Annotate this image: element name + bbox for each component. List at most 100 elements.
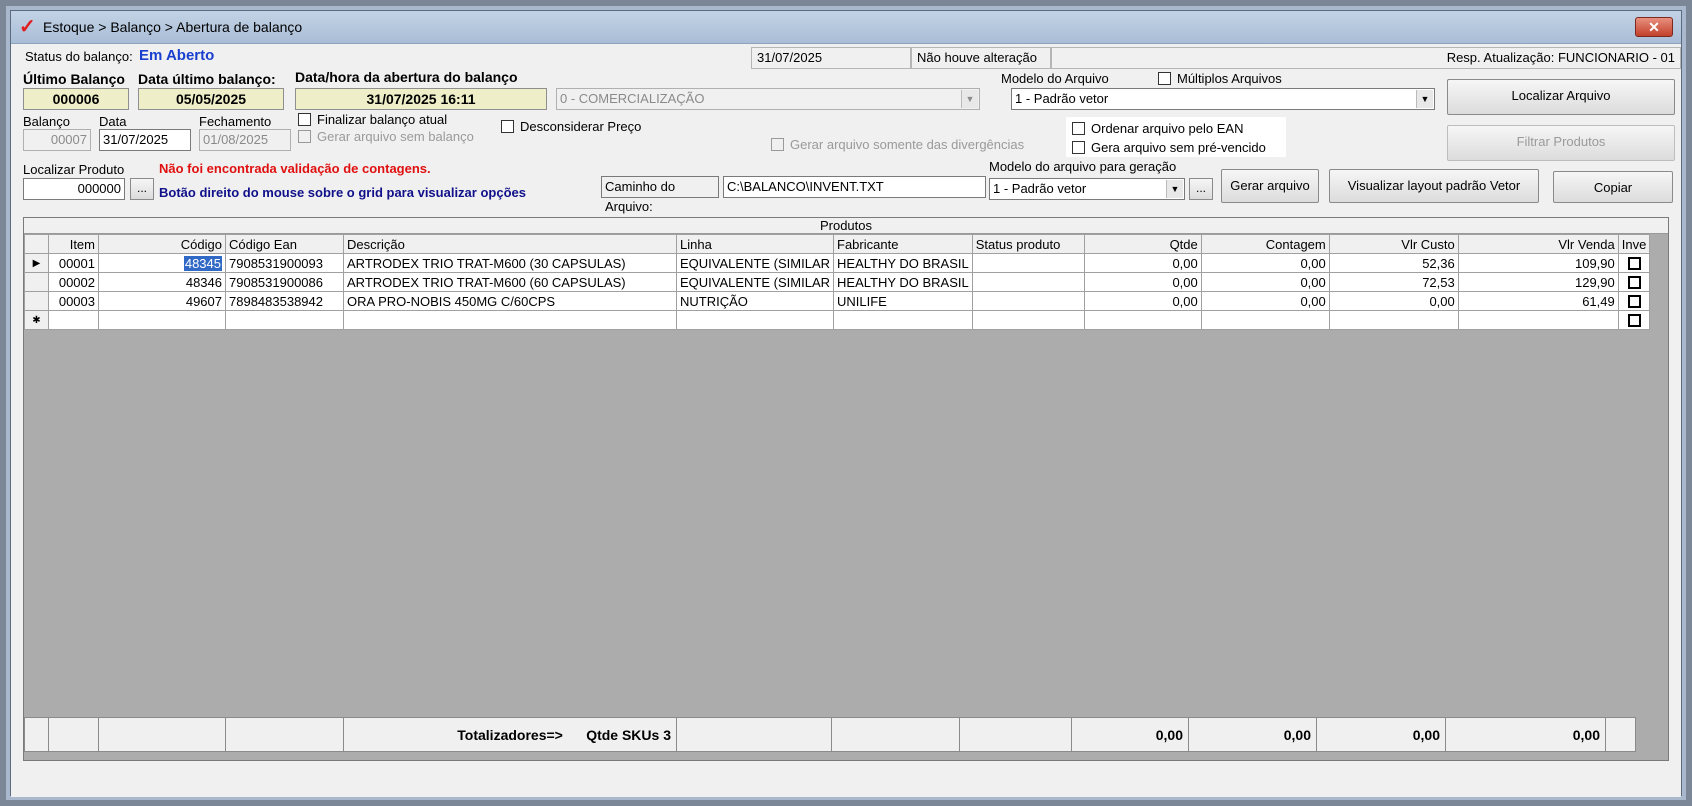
cell-item[interactable] — [48, 310, 99, 330]
totals-row: Totalizadores=> Qtde SKUs 3 0,00 0,00 0,… — [24, 717, 1636, 752]
cell-fabricante[interactable]: HEALTHY DO BRASIL — [833, 272, 973, 292]
cell-contagem[interactable]: 0,00 — [1200, 253, 1330, 273]
cell-codigo[interactable]: 48345 — [98, 253, 226, 273]
modelo-geracao-select[interactable]: 1 - Padrão vetor ▼ — [989, 178, 1185, 200]
cell-linha[interactable] — [675, 310, 835, 330]
cell-descricao[interactable]: ORA PRO-NOBIS 450MG C/60CPS — [343, 291, 677, 311]
col-header-codigo[interactable]: Código — [98, 234, 226, 254]
inventario-checkbox[interactable] — [1627, 275, 1641, 289]
cell-qtde[interactable]: 0,00 — [1083, 253, 1202, 273]
cell-linha[interactable]: NUTRIÇÃO — [675, 291, 835, 311]
cell-status[interactable] — [971, 272, 1085, 292]
cell-codigo[interactable]: 48346 — [98, 272, 226, 292]
inventario-checkbox[interactable] — [1627, 256, 1641, 270]
col-header-inve[interactable]: Inve — [1617, 234, 1651, 254]
caminho-input[interactable]: C:\BALANCO\INVENT.TXT — [723, 176, 986, 198]
cell-custo[interactable]: 0,00 — [1328, 291, 1459, 311]
cell-venda[interactable]: 129,90 — [1457, 272, 1619, 292]
col-header-item[interactable]: Item — [48, 234, 99, 254]
cell-linha[interactable]: EQUIVALENTE (SIMILAR — [675, 253, 835, 273]
new-row[interactable]: ✱ — [24, 310, 1651, 330]
col-header-status[interactable]: Status produto — [971, 234, 1085, 254]
localizar-produto-dots-button[interactable]: ... — [130, 178, 154, 200]
cell-item[interactable]: 00001 — [48, 253, 99, 273]
cell-qtde[interactable]: 0,00 — [1083, 291, 1202, 311]
selected-cell-text[interactable]: 48345 — [183, 255, 222, 271]
data-field[interactable]: 31/07/2025 — [99, 129, 191, 151]
table-row[interactable]: 00003 49607 7898483538942 ORA PRO-NOBIS … — [24, 291, 1651, 311]
checkbox-icon[interactable] — [1158, 72, 1171, 85]
cell-venda[interactable]: 61,49 — [1457, 291, 1619, 311]
cell-descricao[interactable] — [343, 310, 677, 330]
totals-empty — [98, 717, 226, 752]
localizar-arquivo-button[interactable]: Localizar Arquivo — [1447, 79, 1675, 115]
cell-custo[interactable] — [1328, 310, 1459, 330]
col-header-custo[interactable]: Vlr Custo — [1328, 234, 1459, 254]
col-header-venda[interactable]: Vlr Venda — [1457, 234, 1619, 254]
cell-fabricante[interactable]: UNILIFE — [833, 291, 973, 311]
cell-codigo[interactable] — [98, 310, 226, 330]
cell-status[interactable] — [971, 310, 1085, 330]
visualizar-layout-button[interactable]: Visualizar layout padrão Vetor — [1329, 169, 1539, 203]
cell-contagem[interactable]: 0,00 — [1200, 272, 1330, 292]
cell-ean[interactable] — [225, 310, 344, 330]
cell-contagem[interactable]: 0,00 — [1200, 291, 1330, 311]
localizar-produto-input[interactable]: 000000 — [23, 178, 125, 200]
chevron-down-icon[interactable]: ▼ — [1166, 180, 1183, 198]
inventario-checkbox[interactable] — [1627, 313, 1641, 327]
col-header-linha[interactable]: Linha — [675, 234, 835, 254]
cell-inve[interactable] — [1617, 253, 1651, 273]
col-header-qtde[interactable]: Qtde — [1083, 234, 1202, 254]
finalizar-checkbox[interactable]: Finalizar balanço atual — [298, 112, 447, 127]
gera-sem-prevencido-checkbox[interactable]: Gera arquivo sem pré-vencido — [1072, 140, 1266, 155]
chevron-down-icon[interactable]: ▼ — [1416, 90, 1433, 108]
col-header-fabricante[interactable]: Fabricante — [833, 234, 973, 254]
desconsiderar-checkbox[interactable]: Desconsiderar Preço — [501, 119, 641, 134]
cell-qtde[interactable]: 0,00 — [1083, 272, 1202, 292]
col-header-ean[interactable]: Código Ean — [225, 234, 344, 254]
cell-status[interactable] — [971, 291, 1085, 311]
cell-custo[interactable]: 52,36 — [1328, 253, 1459, 273]
checkbox-icon[interactable] — [1072, 141, 1085, 154]
table-row[interactable]: 00002 48346 7908531900086 ARTRODEX TRIO … — [24, 272, 1651, 292]
totals-empty — [225, 717, 344, 752]
products-grid[interactable]: Produtos Item Código Código Ean Descriçã… — [23, 217, 1669, 761]
close-button[interactable]: ✕ — [1635, 17, 1673, 37]
modelo-geracao-dots-button[interactable]: ... — [1189, 178, 1213, 200]
cell-contagem[interactable] — [1200, 310, 1330, 330]
cell-linha[interactable]: EQUIVALENTE (SIMILAR — [675, 272, 835, 292]
cell-item[interactable]: 00002 — [48, 272, 99, 292]
cell-item[interactable]: 00003 — [48, 291, 99, 311]
products-table[interactable]: Item Código Código Ean Descrição Linha F… — [24, 234, 1651, 330]
filtrar-produtos-button[interactable]: Filtrar Produtos — [1447, 125, 1675, 161]
col-header-contagem[interactable]: Contagem — [1200, 234, 1330, 254]
checkbox-icon[interactable] — [1072, 122, 1085, 135]
cell-venda[interactable]: 109,90 — [1457, 253, 1619, 273]
cell-inve[interactable] — [1617, 291, 1651, 311]
gerar-divergencias-checkbox: Gerar arquivo somente das divergências — [771, 137, 1024, 152]
cell-custo[interactable]: 72,53 — [1328, 272, 1459, 292]
cell-ean[interactable]: 7898483538942 — [225, 291, 344, 311]
cell-status[interactable] — [971, 253, 1085, 273]
cell-inve[interactable] — [1617, 272, 1651, 292]
cell-fabricante[interactable] — [833, 310, 973, 330]
checkbox-icon[interactable] — [298, 113, 311, 126]
cell-qtde[interactable] — [1083, 310, 1202, 330]
cell-venda[interactable] — [1457, 310, 1619, 330]
cell-descricao[interactable]: ARTRODEX TRIO TRAT-M600 (30 CAPSULAS) — [343, 253, 677, 273]
multiplos-checkbox[interactable]: Múltiplos Arquivos — [1158, 71, 1282, 86]
gerar-arquivo-button[interactable]: Gerar arquivo — [1221, 169, 1319, 203]
table-row[interactable]: ▶ 00001 48345 7908531900093 ARTRODEX TRI… — [24, 253, 1651, 273]
cell-fabricante[interactable]: HEALTHY DO BRASIL — [833, 253, 973, 273]
cell-codigo[interactable]: 49607 — [98, 291, 226, 311]
cell-ean[interactable]: 7908531900086 — [225, 272, 344, 292]
checkbox-icon[interactable] — [501, 120, 514, 133]
col-header-descricao[interactable]: Descrição — [343, 234, 677, 254]
cell-inve[interactable] — [1617, 310, 1651, 330]
cell-descricao[interactable]: ARTRODEX TRIO TRAT-M600 (60 CAPSULAS) — [343, 272, 677, 292]
ordenar-ean-checkbox[interactable]: Ordenar arquivo pelo EAN — [1072, 121, 1243, 136]
cell-ean[interactable]: 7908531900093 — [225, 253, 344, 273]
inventario-checkbox[interactable] — [1627, 294, 1641, 308]
copiar-button[interactable]: Copiar — [1553, 171, 1673, 203]
modelo-arquivo-select[interactable]: 1 - Padrão vetor ▼ — [1011, 88, 1435, 110]
